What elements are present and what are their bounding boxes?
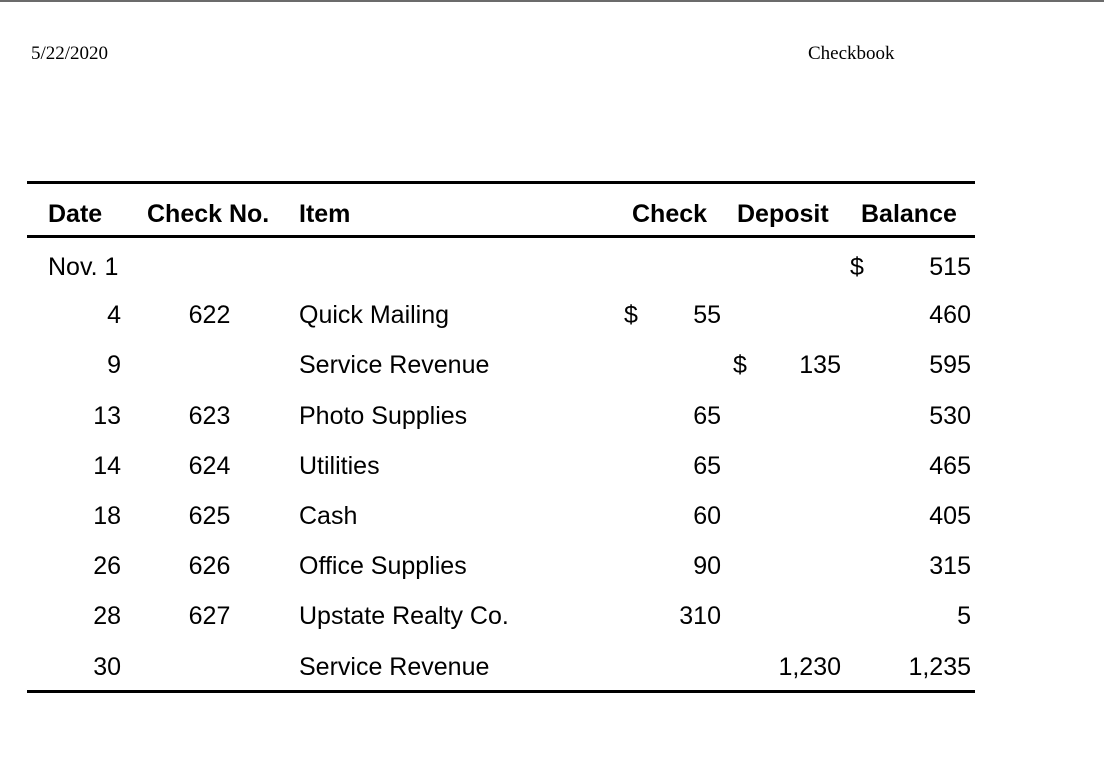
cell-check-amount: 60	[693, 501, 721, 530]
checkbook-ledger: Date Check No. Item Check Deposit Balanc…	[27, 181, 975, 693]
cell-balance-amount: 465	[929, 451, 971, 480]
cell-balance-amount: 405	[929, 501, 971, 530]
cell-deposit-amount: 1,230	[778, 652, 841, 681]
cell-balance-amount: 515	[929, 253, 971, 281]
cell-check-no: 626	[188, 552, 231, 581]
column-header-check-no: Check No.	[147, 200, 270, 228]
column-header-deposit: Deposit	[737, 200, 829, 228]
cell-date: 13	[93, 401, 121, 430]
table-row: 13 623 Photo Supplies 65 530	[27, 389, 975, 439]
column-header-balance: Balance	[861, 200, 957, 228]
document-title: Checkbook	[808, 43, 895, 64]
table-row: 18 625 Cash 60 405	[27, 489, 975, 539]
cell-check-no: 625	[188, 501, 231, 530]
cell-check-currency: $	[624, 301, 638, 330]
cell-date: 18	[93, 501, 121, 530]
cell-date: 9	[107, 351, 121, 380]
table-row: Nov. 1 $515	[27, 238, 975, 288]
column-header-item: Item	[299, 200, 351, 228]
table-row: 28 627 Upstate Realty Co. 310 5	[27, 589, 975, 639]
table-row: 14 624 Utilities 65 465	[27, 439, 975, 489]
cell-check-amount: 90	[693, 552, 721, 581]
column-header-check: Check	[632, 200, 708, 228]
cell-balance-currency: $	[850, 253, 864, 281]
table-row: 9 Service Revenue $135 595	[27, 338, 975, 388]
ledger-header-row: Date Check No. Item Check Deposit Balanc…	[27, 184, 975, 238]
cell-check-no: 627	[188, 602, 231, 631]
cell-check-no: 624	[188, 451, 231, 480]
cell-check-amount: 65	[693, 451, 721, 480]
cell-check-no: 622	[188, 301, 231, 330]
cell-date: 4	[107, 301, 121, 330]
cell-date: 28	[93, 602, 121, 631]
cell-balance-amount: 530	[929, 401, 971, 430]
cell-deposit-amount: 135	[799, 351, 841, 380]
table-row: 26 626 Office Supplies 90 315	[27, 539, 975, 589]
table-row: 4 622 Quick Mailing $55 460	[27, 288, 975, 338]
cell-check-amount: 310	[679, 602, 721, 631]
top-border	[0, 0, 1104, 2]
cell-item: Upstate Realty Co.	[299, 602, 509, 631]
cell-check-no: 623	[188, 401, 231, 430]
cell-balance-amount: 5	[957, 602, 971, 631]
cell-date: 14	[93, 451, 121, 480]
cell-item: Cash	[299, 501, 358, 530]
cell-item: Quick Mailing	[299, 301, 450, 330]
cell-date: 26	[93, 552, 121, 581]
cell-deposit-currency: $	[733, 351, 747, 380]
cell-check-amount: 65	[693, 401, 721, 430]
cell-balance-amount: 1,235	[908, 652, 971, 681]
cell-item: Service Revenue	[299, 652, 490, 681]
cell-check-amount: 55	[693, 301, 721, 330]
cell-balance-amount: 460	[929, 301, 971, 330]
cell-balance-amount: 595	[929, 351, 971, 380]
column-header-date: Date	[48, 200, 103, 228]
cell-item: Service Revenue	[299, 351, 490, 380]
print-date: 5/22/2020	[31, 43, 109, 64]
ledger-body: Nov. 1 $515 4 622 Quick Mailing $55 460 9 Servic…	[27, 238, 975, 690]
cell-date: Nov. 1	[48, 253, 119, 281]
cell-balance-amount: 315	[929, 552, 971, 581]
cell-item: Office Supplies	[299, 552, 467, 581]
table-row: 30 Service Revenue 1,230 1,235	[27, 640, 975, 690]
cell-item: Utilities	[299, 451, 380, 480]
cell-item: Photo Supplies	[299, 401, 468, 430]
cell-date: 30	[93, 652, 121, 681]
